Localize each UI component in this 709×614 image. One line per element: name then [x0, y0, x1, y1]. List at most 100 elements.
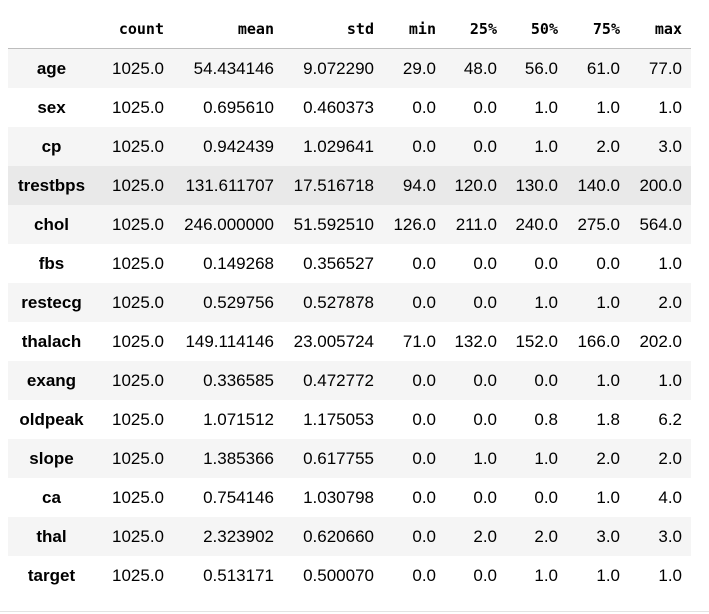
table-cell: 0.336585: [203, 370, 274, 390]
row-index-label: cp: [41, 136, 62, 156]
table-cell: 0.0: [412, 409, 436, 429]
table-cell: 0.0: [534, 370, 558, 390]
table-cell: 0.0: [412, 565, 436, 585]
table-row: cp 1025.0 0.942439 1.029641 0.0 0.0 1.0 2.0 3.0: [8, 127, 691, 166]
table-row: sex 1025.0 0.695610 0.460373 0.0 0.0 1.0 1.0 1.0: [8, 88, 691, 127]
table-cell: 23.005724: [293, 331, 374, 351]
table-cell: 0.460373: [303, 97, 374, 117]
table-cell: 1.0: [473, 448, 497, 468]
table-cell: 0.513171: [203, 565, 274, 585]
table-cell: 0.356527: [303, 253, 374, 273]
table-cell: 4.0: [658, 487, 682, 507]
table-cell: 1.0: [596, 487, 620, 507]
table-row: trestbps 1025.0 131.611707 17.516718 94.0 120…: [8, 166, 691, 205]
table-cell: 1.175053: [303, 409, 374, 429]
table-cell: 0.0: [473, 487, 497, 507]
table-cell: 0.0: [412, 526, 436, 546]
table-body: age 1025.0 54.434146 9.072290 29.0 48.0 56.0 61…: [8, 48, 691, 596]
table-cell: 1025.0: [112, 487, 164, 507]
row-index-label: trestbps: [17, 175, 86, 195]
table-cell: 61.0: [586, 58, 620, 78]
table-cell: 0.0: [412, 370, 436, 390]
table-cell: 1.0: [596, 97, 620, 117]
table-cell: 149.114146: [185, 331, 274, 351]
table-cell: 1.071512: [203, 409, 274, 429]
table-cell: 0.0: [473, 292, 497, 312]
table-row: fbs 1025.0 0.149268 0.356527 0.0 0.0 0.0 0.0 1.0: [8, 244, 691, 283]
table-cell: 2.0: [658, 292, 682, 312]
column-header-std: std: [283, 9, 383, 49]
table-cell: 0.500070: [303, 565, 374, 585]
row-index-label: slope: [29, 448, 74, 468]
table-cell: 1.8: [596, 409, 620, 429]
table-cell: 2.0: [596, 448, 620, 468]
column-header-mean: mean: [173, 9, 283, 49]
table-cell: 1.385366: [203, 448, 274, 468]
table-cell: 0.0: [473, 409, 497, 429]
table-cell: 2.0: [473, 526, 497, 546]
table-cell: 0.0: [412, 487, 436, 507]
column-header-25pct: 25%: [445, 9, 506, 49]
table-cell: 200.0: [639, 175, 682, 195]
table-cell: 0.754146: [203, 487, 274, 507]
table-row: exang 1025.0 0.336585 0.472772 0.0 0.0 0.0 1.0 1…: [8, 361, 691, 400]
row-index-label: exang: [26, 370, 77, 390]
table-cell: 0.0: [412, 448, 436, 468]
table-cell: 3.0: [658, 526, 682, 546]
table-cell: 2.323902: [203, 526, 274, 546]
table-cell: 152.0: [515, 331, 558, 351]
row-index-label: age: [36, 58, 67, 78]
table-row: ca 1025.0 0.754146 1.030798 0.0 0.0 0.0 1.0 4.0: [8, 478, 691, 517]
table-cell: 0.620660: [303, 526, 374, 546]
table-row: target 1025.0 0.513171 0.500070 0.0 0.0 1.0 1.0…: [8, 556, 691, 595]
table-cell: 48.0: [463, 58, 497, 78]
column-header-75pct: 75%: [567, 9, 629, 49]
table-cell: 1.0: [534, 136, 558, 156]
row-index-label: fbs: [38, 253, 65, 273]
column-header-50pct: 50%: [506, 9, 567, 49]
table-cell: 0.0: [412, 253, 436, 273]
table-cell: 54.434146: [193, 58, 274, 78]
table-cell: 1.029641: [303, 136, 374, 156]
table-cell: 56.0: [524, 58, 558, 78]
table-cell: 0.0: [412, 97, 436, 117]
row-index-label: chol: [34, 214, 69, 234]
table-cell: 3.0: [658, 136, 682, 156]
table-cell: 564.0: [639, 214, 682, 234]
table-cell: 1.0: [596, 292, 620, 312]
table-cell: 0.0: [473, 97, 497, 117]
table-cell: 246.000000: [184, 214, 274, 234]
table-cell: 2.0: [596, 136, 620, 156]
row-index-label: restecg: [21, 292, 82, 312]
describe-dataframe: count mean std min 25% 50% 75% max age 10…: [8, 9, 691, 595]
table-cell: 1.030798: [303, 487, 374, 507]
row-index-label: thal: [36, 526, 67, 546]
table-cell: 0.0: [473, 136, 497, 156]
table-cell: 0.527878: [303, 292, 374, 312]
table-cell: 1.0: [658, 565, 682, 585]
output-area: count mean std min 25% 50% 75% max age 10…: [0, 0, 709, 612]
table-cell: 0.0: [534, 487, 558, 507]
row-index-label: ca: [42, 487, 61, 507]
index-corner-header: [8, 9, 95, 49]
table-cell: 202.0: [639, 331, 682, 351]
table-cell: 1025.0: [112, 409, 164, 429]
table-cell: 29.0: [402, 58, 436, 78]
table-cell: 77.0: [648, 58, 682, 78]
table-cell: 0.0: [473, 565, 497, 585]
row-index-label: sex: [37, 97, 66, 117]
table-cell: 1025.0: [112, 97, 164, 117]
row-index-label: target: [27, 565, 76, 585]
table-cell: 0.0: [473, 370, 497, 390]
table-cell: 2.0: [658, 448, 682, 468]
table-row: chol 1025.0 246.000000 51.592510 126.0 211.0 2…: [8, 205, 691, 244]
table-cell: 1025.0: [112, 292, 164, 312]
table-cell: 94.0: [402, 175, 436, 195]
table-cell: 1025.0: [112, 253, 164, 273]
table-row: oldpeak 1025.0 1.071512 1.175053 0.0 0.0 0.8 1.…: [8, 400, 691, 439]
table-cell: 211.0: [455, 214, 497, 234]
table-cell: 1025.0: [112, 448, 164, 468]
table-cell: 9.072290: [303, 58, 374, 78]
table-cell: 71.0: [402, 331, 436, 351]
table-cell: 1.0: [534, 97, 558, 117]
